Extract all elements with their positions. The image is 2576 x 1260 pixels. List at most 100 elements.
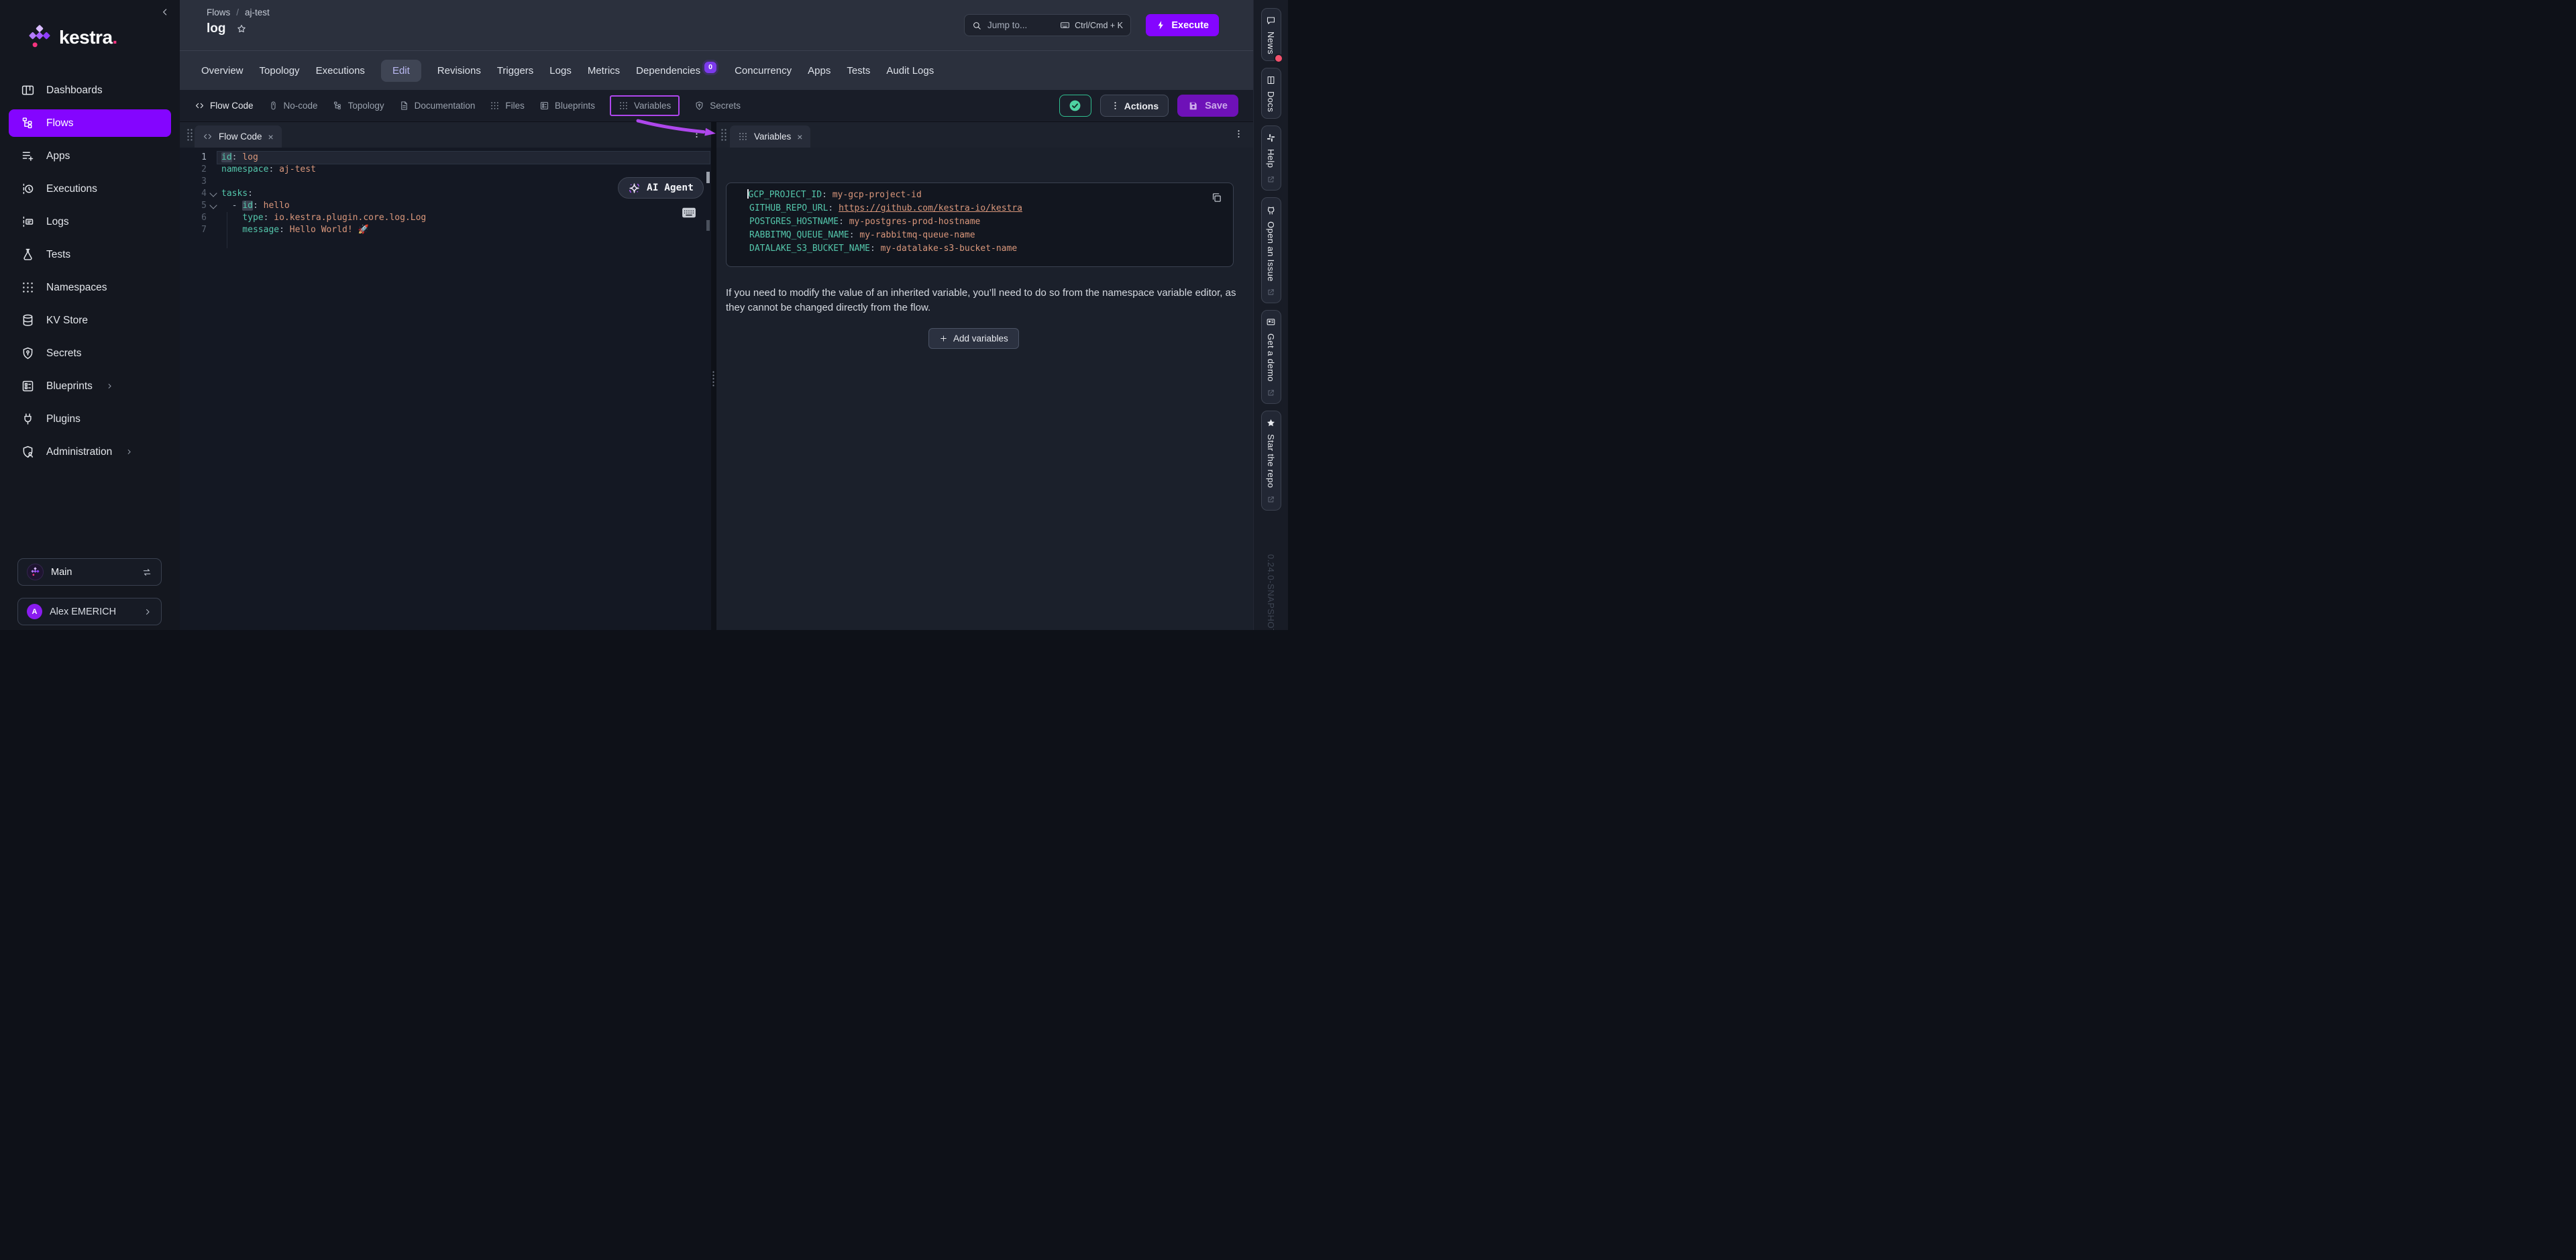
line-number: 6 bbox=[180, 212, 207, 224]
sidebar-item-secrets[interactable]: Secrets bbox=[0, 337, 180, 370]
sidebar-item-logs[interactable]: Logs bbox=[0, 205, 180, 238]
rail-button-get-a-demo[interactable]: Get a demo bbox=[1261, 310, 1281, 404]
add-variables-button[interactable]: Add variables bbox=[928, 328, 1019, 349]
line-content: namespace: aj-test bbox=[221, 164, 316, 176]
github-icon bbox=[1266, 205, 1277, 215]
sidebar-item-namespaces[interactable]: Namespaces bbox=[0, 271, 180, 304]
variables-code-editor[interactable]: GCP_PROJECT_ID: my-gcp-project-idGITHUB_… bbox=[726, 182, 1234, 267]
breadcrumb-page[interactable]: aj-test bbox=[245, 7, 270, 17]
sidebar-item-executions[interactable]: Executions bbox=[0, 172, 180, 205]
tab-revisions[interactable]: Revisions bbox=[437, 65, 481, 76]
rail-button-star-the-repo[interactable]: Star the repo bbox=[1261, 411, 1281, 510]
drag-handle[interactable] bbox=[186, 128, 193, 142]
flow-code-tabbar: Flow Code × bbox=[180, 122, 711, 148]
sidebar-item-kv-store[interactable]: KV Store bbox=[0, 304, 180, 337]
save-button[interactable]: Save bbox=[1177, 95, 1238, 117]
ai-agent-button[interactable]: AI Agent bbox=[618, 177, 704, 199]
variable-link[interactable]: https://github.com/kestra-io/kestra bbox=[839, 203, 1022, 213]
sidebar-item-apps[interactable]: Apps bbox=[0, 140, 180, 172]
tab-overview[interactable]: Overview bbox=[201, 65, 244, 76]
tab-dependencies[interactable]: Dependencies0 bbox=[636, 65, 718, 76]
tab-audit-logs[interactable]: Audit Logs bbox=[886, 65, 934, 76]
toolbar-item-label: Secrets bbox=[710, 101, 741, 111]
tenant-switch-icon[interactable] bbox=[142, 567, 152, 578]
tab-edit[interactable]: Edit bbox=[381, 60, 421, 82]
sidebar-item-label: Apps bbox=[46, 150, 70, 162]
flows-icon bbox=[21, 116, 35, 130]
rail-button-label: Star the repo bbox=[1266, 434, 1276, 488]
tab-executions[interactable]: Executions bbox=[316, 65, 365, 76]
tab-tests[interactable]: Tests bbox=[847, 65, 870, 76]
rail-button-docs[interactable]: Docs bbox=[1261, 68, 1281, 119]
toolbar-item-secrets[interactable]: Secrets bbox=[694, 101, 741, 111]
breadcrumb-section[interactable]: Flows bbox=[207, 7, 230, 17]
tab-apps[interactable]: Apps bbox=[808, 65, 830, 76]
yaml-editor[interactable]: 1id: log2namespace: aj-test34tasks:5 - i… bbox=[180, 148, 711, 630]
sidebar-item-blueprints[interactable]: Blueprints bbox=[0, 370, 180, 403]
sidebar-item-dashboards[interactable]: Dashboards bbox=[0, 74, 180, 107]
tab-variables[interactable]: Variables × bbox=[730, 125, 810, 148]
toolbar-item-variables[interactable]: Variables bbox=[610, 95, 680, 116]
sidebar-item-label: Namespaces bbox=[46, 282, 107, 294]
toolbar-item-no-code[interactable]: No-code bbox=[268, 101, 318, 111]
administration-icon bbox=[21, 445, 35, 459]
toolbar-item-flow-code[interactable]: Flow Code bbox=[195, 101, 254, 111]
rail-button-label: Docs bbox=[1266, 91, 1276, 112]
sidebar-item-administration[interactable]: Administration bbox=[0, 435, 180, 468]
fold-chevron-icon[interactable] bbox=[209, 189, 217, 197]
line-number: 2 bbox=[180, 164, 207, 176]
toolbar-item-label: Topology bbox=[348, 101, 384, 111]
rail-button-open-an-issue[interactable]: Open an Issue bbox=[1261, 197, 1281, 304]
flow-tabs: Overview Topology Executions Edit Revisions T… bbox=[180, 50, 1253, 90]
tab-concurrency[interactable]: Concurrency bbox=[735, 65, 792, 76]
page-header: Flows / aj-test log Jump to... Ctrl/Cmd … bbox=[180, 0, 1253, 50]
search-shortcut: Ctrl/Cmd + K bbox=[1075, 21, 1123, 30]
files-icon bbox=[490, 101, 500, 111]
splitter-handle[interactable] bbox=[712, 370, 716, 386]
drag-handle[interactable] bbox=[720, 128, 727, 142]
fold-chevron-icon[interactable] bbox=[209, 201, 217, 209]
rail-button-news[interactable]: News bbox=[1261, 8, 1281, 61]
chevron-right-icon bbox=[105, 382, 114, 390]
sidebar-item-label: Tests bbox=[46, 249, 70, 261]
toolbar-item-topology[interactable]: Topology bbox=[333, 101, 384, 111]
execute-button[interactable]: Execute bbox=[1146, 14, 1219, 36]
main-area: Flows / aj-test log Jump to... Ctrl/Cmd … bbox=[180, 0, 1253, 630]
star-icon bbox=[1266, 418, 1276, 428]
tab-logs[interactable]: Logs bbox=[549, 65, 572, 76]
scrollbar-thumb[interactable] bbox=[706, 172, 710, 183]
copy-icon[interactable] bbox=[1211, 192, 1222, 203]
sidebar-item-plugins[interactable]: Plugins bbox=[0, 403, 180, 435]
workspace: Flow Code × 1id: log2namespace: aj-test3… bbox=[180, 122, 1253, 630]
bolt-icon bbox=[1156, 20, 1166, 30]
sidebar-collapse-icon[interactable] bbox=[160, 7, 170, 17]
pane-splitter[interactable] bbox=[711, 122, 716, 630]
sidebar-item-flows[interactable]: Flows bbox=[9, 109, 171, 137]
toolbar-item-blueprints[interactable]: Blueprints bbox=[539, 101, 595, 111]
close-icon[interactable]: × bbox=[268, 132, 274, 142]
sidebar-item-tests[interactable]: Tests bbox=[0, 238, 180, 271]
actions-button[interactable]: Actions bbox=[1100, 95, 1169, 117]
close-icon[interactable]: × bbox=[797, 132, 802, 142]
tab-topology[interactable]: Topology bbox=[260, 65, 300, 76]
tab-triggers[interactable]: Triggers bbox=[497, 65, 533, 76]
rail-button-label: Help bbox=[1266, 149, 1276, 168]
validation-status-button[interactable] bbox=[1059, 95, 1091, 117]
keyboard-hint-icon[interactable] bbox=[682, 207, 696, 219]
toolbar-item-documentation[interactable]: Documentation bbox=[399, 101, 476, 111]
kvstore-icon bbox=[21, 313, 35, 327]
kebab-icon bbox=[1110, 101, 1120, 111]
rail-button-help[interactable]: Help bbox=[1261, 125, 1281, 190]
favorite-star-icon[interactable] bbox=[236, 23, 247, 34]
tab-flow-code[interactable]: Flow Code × bbox=[195, 125, 282, 148]
inherited-variables-note: If you need to modify the value of an in… bbox=[726, 286, 1246, 315]
tab-label: Topology bbox=[260, 65, 300, 76]
chevron-right-icon bbox=[143, 607, 152, 617]
user-menu[interactable]: A Alex EMERICH bbox=[17, 598, 162, 625]
kebab-icon[interactable] bbox=[692, 129, 702, 139]
tab-metrics[interactable]: Metrics bbox=[588, 65, 620, 76]
kebab-icon[interactable] bbox=[1234, 129, 1244, 139]
jump-to-search[interactable]: Jump to... Ctrl/Cmd + K bbox=[964, 14, 1131, 36]
toolbar-item-files[interactable]: Files bbox=[490, 101, 525, 111]
tenant-selector[interactable]: Main bbox=[17, 558, 162, 586]
